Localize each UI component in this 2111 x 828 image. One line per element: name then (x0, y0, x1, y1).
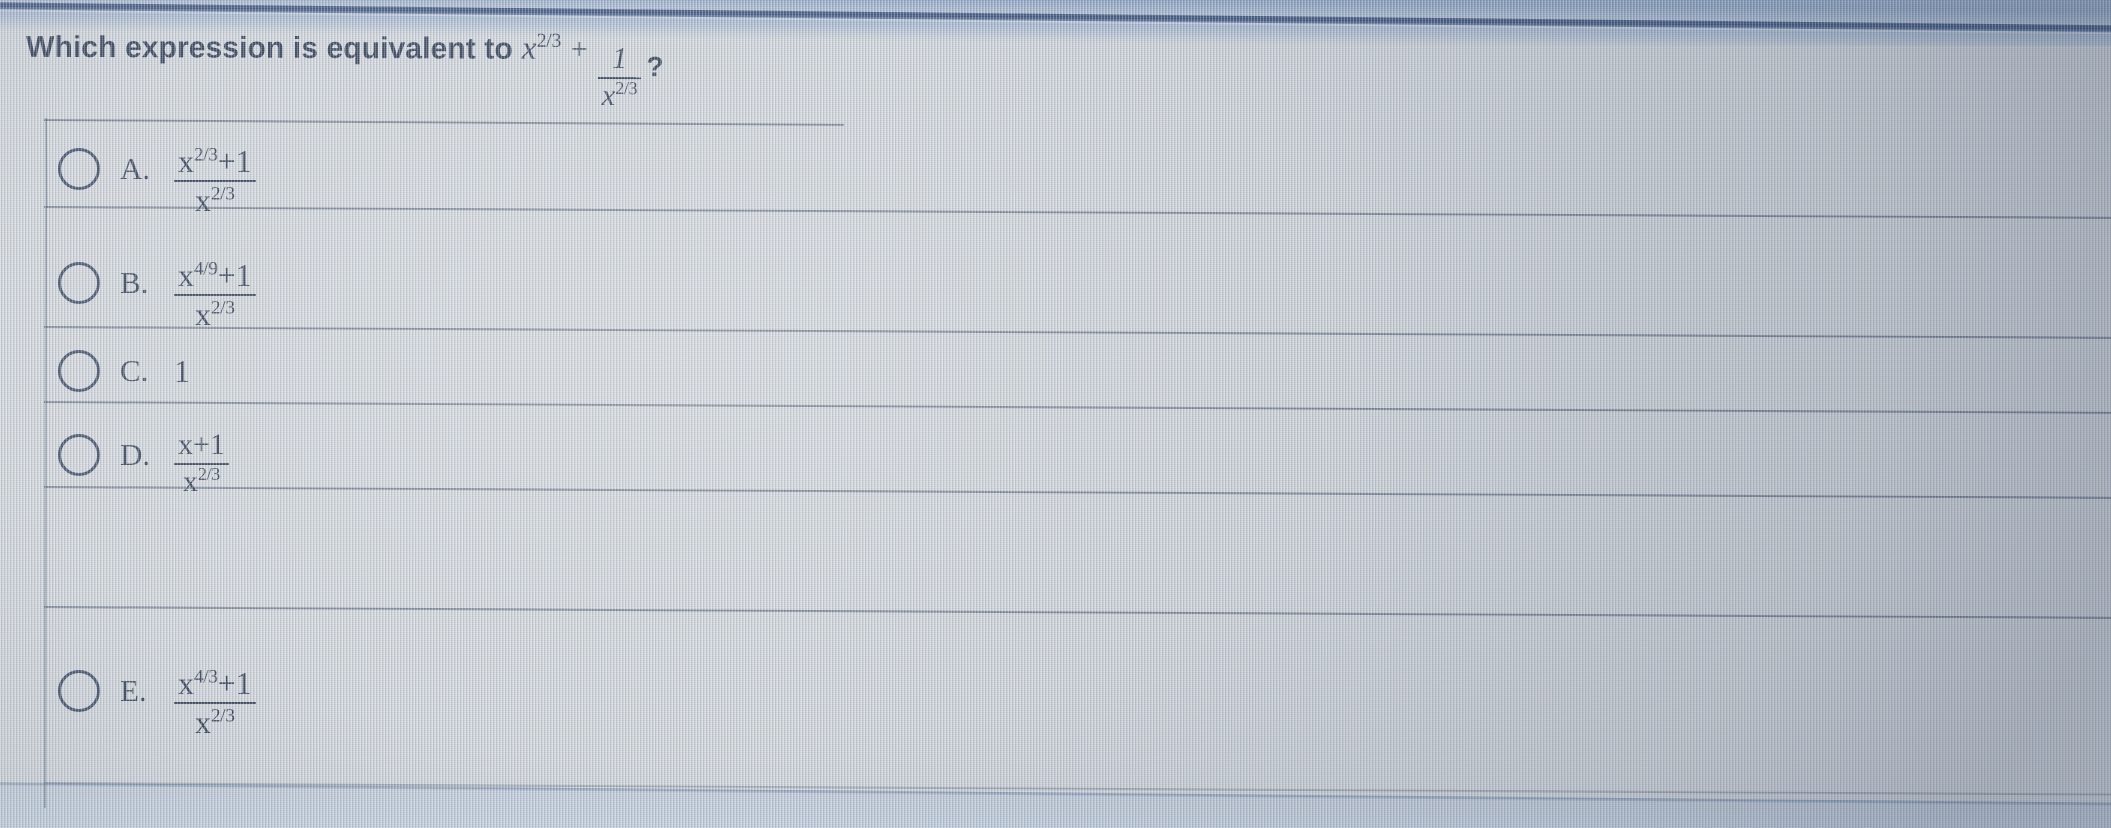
answer-option-b-letter: B. (120, 265, 149, 300)
question-term-1-exponent: 2/3 (536, 29, 562, 52)
question-fraction-denominator-base: x (601, 78, 616, 112)
photo-lighting-overlay (0, 0, 2111, 828)
answer-option-d-denominator-base: x (182, 465, 198, 498)
answer-option-c[interactable]: C. 1 (44, 328, 190, 414)
bottom-band-fill (0, 784, 2111, 828)
radio-button-a[interactable] (58, 148, 100, 190)
radio-button-e[interactable] (58, 670, 100, 712)
answer-option-a-numerator: x2/3+1 (174, 145, 256, 178)
answer-row-divider-5 (43, 606, 2111, 620)
answer-options-list: A. x2/3+1 x2/3 B. x4/9+1 x2/3 C. 1 D. x+… (0, 0, 2111, 828)
question-operator: + (570, 32, 589, 66)
answer-option-d-denominator-exponent: 2/3 (197, 464, 221, 484)
answer-option-d-numerator-base: x (178, 428, 193, 462)
answer-option-a-denominator-exponent: 2/3 (211, 183, 235, 205)
question-lead-text: Which expression is equivalent to (26, 30, 513, 66)
answer-option-e-expression: x4/3+1 x2/3 (174, 655, 256, 738)
answer-option-e[interactable]: E. x4/3+1 x2/3 (44, 648, 256, 738)
question-term-1-base: x (521, 30, 537, 67)
question-terminator: ? (646, 50, 664, 82)
answer-option-b-fraction-bar (174, 294, 256, 296)
answer-option-e-numerator: x4/3+1 (174, 667, 256, 700)
answer-option-a-numerator-exponent: 2/3 (194, 144, 218, 166)
answer-option-d-numerator-suffix: +1 (193, 428, 225, 462)
answer-option-a-numerator-suffix: +1 (217, 143, 252, 180)
answer-option-b-denominator-base: x (195, 296, 212, 332)
bottom-window-band (0, 758, 2111, 828)
answer-option-e-numerator-suffix: +1 (217, 665, 252, 702)
answer-option-b-numerator-suffix: +1 (217, 257, 252, 294)
answer-option-b-denominator: x2/3 (191, 298, 239, 331)
radio-button-c[interactable] (58, 350, 100, 392)
radio-button-d[interactable] (58, 434, 100, 476)
radio-button-b[interactable] (58, 262, 100, 304)
answer-option-d-letter: D. (120, 437, 151, 472)
answer-option-d[interactable]: D. x+1 x2/3 (44, 412, 229, 498)
question-fraction: 1 x2/3 (597, 42, 642, 112)
answer-row-divider-1 (43, 206, 2111, 220)
answer-option-d-expression: x+1 x2/3 (174, 421, 229, 497)
answer-option-e-letter: E. (120, 673, 147, 708)
answer-option-a-denominator: x2/3 (191, 184, 239, 217)
answer-option-c-value: 1 (174, 352, 190, 389)
answer-option-e-fraction-bar (174, 702, 256, 704)
question-expression: x2/3 + 1 x2/3 ? (521, 29, 664, 112)
answer-option-a-denominator-base: x (195, 182, 212, 218)
question-screen: Which expression is equivalent to x2/3 +… (0, 0, 2111, 828)
answer-option-b-expression: x4/9+1 x2/3 (174, 247, 256, 330)
answer-option-d-numerator: x+1 (174, 430, 229, 461)
answer-option-b-fraction: x4/9+1 x2/3 (174, 259, 256, 330)
answer-row-divider-4 (43, 486, 2111, 500)
answer-option-b[interactable]: B. x4/9+1 x2/3 (44, 240, 256, 330)
answer-row-divider-top (43, 119, 844, 126)
question-fraction-denominator: x2/3 (598, 77, 642, 112)
answer-option-d-fraction: x+1 x2/3 (174, 430, 229, 497)
answer-option-e-numerator-base: x (178, 665, 194, 702)
answer-option-e-denominator: x2/3 (191, 706, 239, 739)
answer-option-a-numerator-base: x (178, 143, 194, 180)
answer-option-b-numerator-base: x (178, 257, 194, 294)
screen-moire-texture (0, 0, 2111, 828)
answer-option-a-expression: x2/3+1 x2/3 (174, 133, 256, 216)
answer-row-divider-3 (43, 401, 2111, 415)
answer-option-d-denominator: x2/3 (179, 464, 224, 498)
answer-option-a[interactable]: A. x2/3+1 x2/3 (44, 126, 256, 216)
question-fraction-numerator: 1 (612, 42, 628, 76)
answer-option-a-fraction-bar (174, 180, 256, 182)
question-fraction-denominator-exponent: 2/3 (615, 77, 638, 98)
answer-option-b-denominator-exponent: 2/3 (211, 297, 235, 319)
answer-option-a-fraction: x2/3+1 x2/3 (174, 145, 256, 216)
question-prompt: Which expression is equivalent to x2/3 +… (26, 29, 664, 112)
answer-row-divider-2 (43, 326, 2111, 340)
question-term-1: x2/3 (521, 29, 562, 68)
answer-option-e-denominator-base: x (195, 704, 212, 740)
answer-option-e-numerator-exponent: 4/3 (194, 666, 218, 688)
answer-option-e-fraction: x4/3+1 x2/3 (174, 667, 256, 738)
answer-option-b-numerator: x4/9+1 (174, 259, 256, 292)
answer-option-a-letter: A. (120, 151, 151, 186)
answer-option-c-expression: 1 (174, 353, 190, 390)
answer-option-c-letter: C. (120, 353, 149, 388)
answer-option-e-denominator-exponent: 2/3 (211, 705, 235, 727)
answer-option-b-numerator-exponent: 4/9 (194, 258, 218, 280)
